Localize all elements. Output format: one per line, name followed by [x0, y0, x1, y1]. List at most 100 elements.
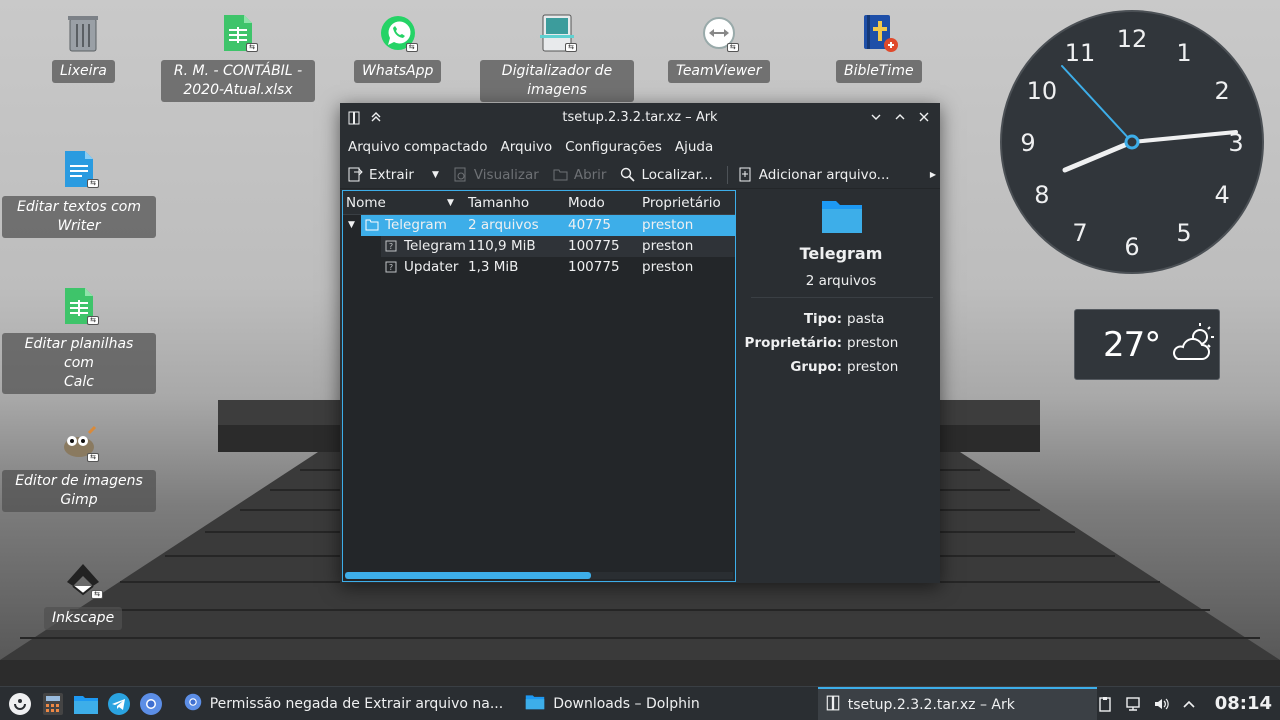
desktop-icon-bibletime[interactable]: BibleTime [836, 12, 922, 83]
clock-numeral: 8 [1034, 181, 1049, 209]
row-owner: preston [642, 238, 694, 254]
desktop-icon-teamviewer[interactable]: ⇆ TeamViewer [668, 12, 770, 83]
row-mode: 100775 [568, 259, 620, 275]
taskbar: Permissão negada de Extrair arquivo na..… [0, 686, 1280, 720]
row-size: 2 arquivos [468, 217, 539, 233]
file-manager-launcher-icon[interactable] [73, 691, 99, 717]
desktop-icon-lixeira[interactable]: Lixeira [52, 12, 115, 83]
close-icon[interactable] [918, 111, 930, 125]
clock-numeral: 5 [1176, 219, 1191, 247]
svg-text:?: ? [389, 263, 393, 272]
desktop-icon-inkscape[interactable]: ⇆ Inkscape [44, 559, 123, 630]
scrollbar-thumb[interactable] [345, 572, 591, 579]
digital-clock[interactable]: 08:14 [1215, 693, 1272, 714]
chromium-launcher-icon[interactable] [139, 691, 163, 717]
inkscape-icon: ⇆ [63, 559, 104, 601]
column-nome[interactable]: Nome [346, 195, 386, 211]
network-icon[interactable] [1125, 696, 1141, 712]
clock-numeral: 6 [1124, 233, 1139, 261]
menu-configuracoes[interactable]: Configurações [565, 139, 662, 155]
gimp-icon: ⇆ [59, 422, 99, 464]
add-file-button[interactable]: Adicionar arquivo... [738, 167, 890, 183]
calculator-launcher-icon[interactable] [40, 691, 64, 717]
desktop-icon-label: Editor de imagens Gimp [2, 470, 156, 512]
desktop-icon-planilha[interactable]: ⇆ R. M. - CONTÁBIL - 2020-Atual.xlsx [161, 12, 315, 102]
task-permission-dialog[interactable]: Permissão negada de Extrair arquivo na..… [176, 687, 512, 720]
open-button[interactable]: Abrir [553, 167, 606, 183]
desktop-icon-digitalizador[interactable]: ⇆ Digitalizador de imagens [480, 12, 634, 102]
desktop-icon-label: WhatsApp [354, 60, 442, 83]
tray-expand-icon[interactable] [1181, 696, 1197, 712]
find-label: Localizar... [641, 166, 713, 183]
row-size: 1,3 MiB [468, 259, 519, 275]
scanner-icon: ⇆ [537, 12, 577, 54]
column-proprietario[interactable]: Proprietário [642, 195, 721, 211]
clock-numeral: 7 [1072, 219, 1087, 247]
analog-clock-widget[interactable]: 12 1234567891011 [1000, 10, 1264, 274]
info-type-label: Tipo: [803, 311, 842, 327]
sort-indicator-icon[interactable]: ▼ [447, 198, 454, 208]
menu-arquivo[interactable]: Arquivo [500, 139, 552, 155]
menu-arquivo-compactado[interactable]: Arquivo compactado [348, 139, 487, 155]
task-label: tsetup.2.3.2.tar.xz – Ark [847, 696, 1015, 713]
task-label: Permissão negada de Extrair arquivo na..… [209, 695, 504, 712]
binary-file-icon: ? [385, 240, 397, 256]
preview-label: Visualizar [473, 166, 539, 183]
toolbar-separator [726, 165, 728, 184]
folder-icon [820, 197, 864, 239]
window-titlebar[interactable]: tsetup.2.3.2.tar.xz – Ark [340, 103, 940, 132]
task-ark[interactable]: tsetup.2.3.2.tar.xz – Ark [817, 686, 1097, 720]
link-badge-icon: ⇆ [91, 590, 104, 599]
info-owner-label: Proprietário: [744, 335, 842, 351]
row-owner: preston [642, 259, 694, 275]
extract-button[interactable]: Extrair ▼ [348, 167, 439, 183]
preview-button[interactable]: Visualizar [453, 167, 539, 183]
app-menu-icon[interactable] [348, 111, 360, 125]
application-launcher-icon[interactable] [8, 691, 32, 717]
desktop-icon-whatsapp[interactable]: ⇆ WhatsApp [354, 12, 442, 83]
extract-dropdown-icon[interactable]: ▼ [432, 170, 439, 180]
table-row[interactable]: ? Telegram 110,9 MiB 100775 preston [343, 236, 735, 257]
desktop-icon-writer[interactable]: ⇆ Editar textos com Writer [2, 148, 156, 238]
chromium-task-icon [184, 693, 202, 715]
maximize-icon[interactable] [894, 111, 906, 125]
add-file-icon [738, 167, 753, 182]
file-list-header: Nome ▼ Tamanho Modo Proprietário [343, 191, 735, 215]
clipboard-icon[interactable] [1097, 696, 1113, 712]
keep-above-icon[interactable] [370, 111, 382, 125]
table-row[interactable]: ? Updater 1,3 MiB 100775 preston [343, 257, 735, 278]
weather-widget[interactable]: 27° [1074, 309, 1220, 380]
info-name: Telegram [799, 244, 883, 263]
task-dolphin[interactable]: Downloads – Dolphin [517, 687, 708, 720]
weather-temperature: 27° [1103, 324, 1161, 365]
table-row[interactable]: ▼ Telegram 2 arquivos 40775 preston [343, 215, 735, 236]
horizontal-scrollbar[interactable] [345, 572, 733, 579]
ark-task-icon [826, 695, 840, 715]
add-file-label: Adicionar arquivo... [758, 166, 890, 183]
search-icon [620, 167, 636, 182]
desktop-icon-label: Lixeira [52, 60, 115, 83]
menu-ajuda[interactable]: Ajuda [675, 139, 713, 155]
main-toolbar: Extrair ▼ Visualizar Abrir Localizar... [340, 161, 940, 188]
clock-numeral: 11 [1065, 39, 1096, 67]
volume-icon[interactable] [1153, 696, 1169, 712]
telegram-launcher-icon[interactable] [107, 691, 131, 717]
desktop-icon-calc[interactable]: ⇆ Editar planilhas com Calc [2, 285, 156, 394]
ark-window[interactable]: tsetup.2.3.2.tar.xz – Ark Arquivo compac… [340, 103, 940, 583]
row-size: 110,9 MiB [468, 238, 536, 254]
menu-bar: Arquivo compactado Arquivo Configurações… [340, 132, 940, 161]
trash-icon [63, 12, 103, 54]
minimize-icon[interactable] [870, 111, 882, 125]
find-button[interactable]: Localizar... [620, 166, 713, 183]
expand-arrow-icon[interactable]: ▼ [348, 220, 355, 230]
file-list[interactable]: Nome ▼ Tamanho Modo Proprietário ▼ Teleg… [342, 190, 736, 582]
extract-icon [348, 167, 363, 182]
info-subtitle: 2 arquivos [805, 273, 877, 289]
column-tamanho[interactable]: Tamanho [468, 195, 529, 211]
desktop-icon-label: BibleTime [836, 60, 922, 83]
desktop-icon-label: R. M. - CONTÁBIL - 2020-Atual.xlsx [161, 60, 315, 102]
column-modo[interactable]: Modo [568, 195, 605, 211]
document-icon: ⇆ [59, 148, 99, 190]
toolbar-overflow-icon[interactable]: ▶ [930, 170, 936, 179]
desktop-icon-gimp[interactable]: ⇆ Editor de imagens Gimp [2, 422, 156, 512]
